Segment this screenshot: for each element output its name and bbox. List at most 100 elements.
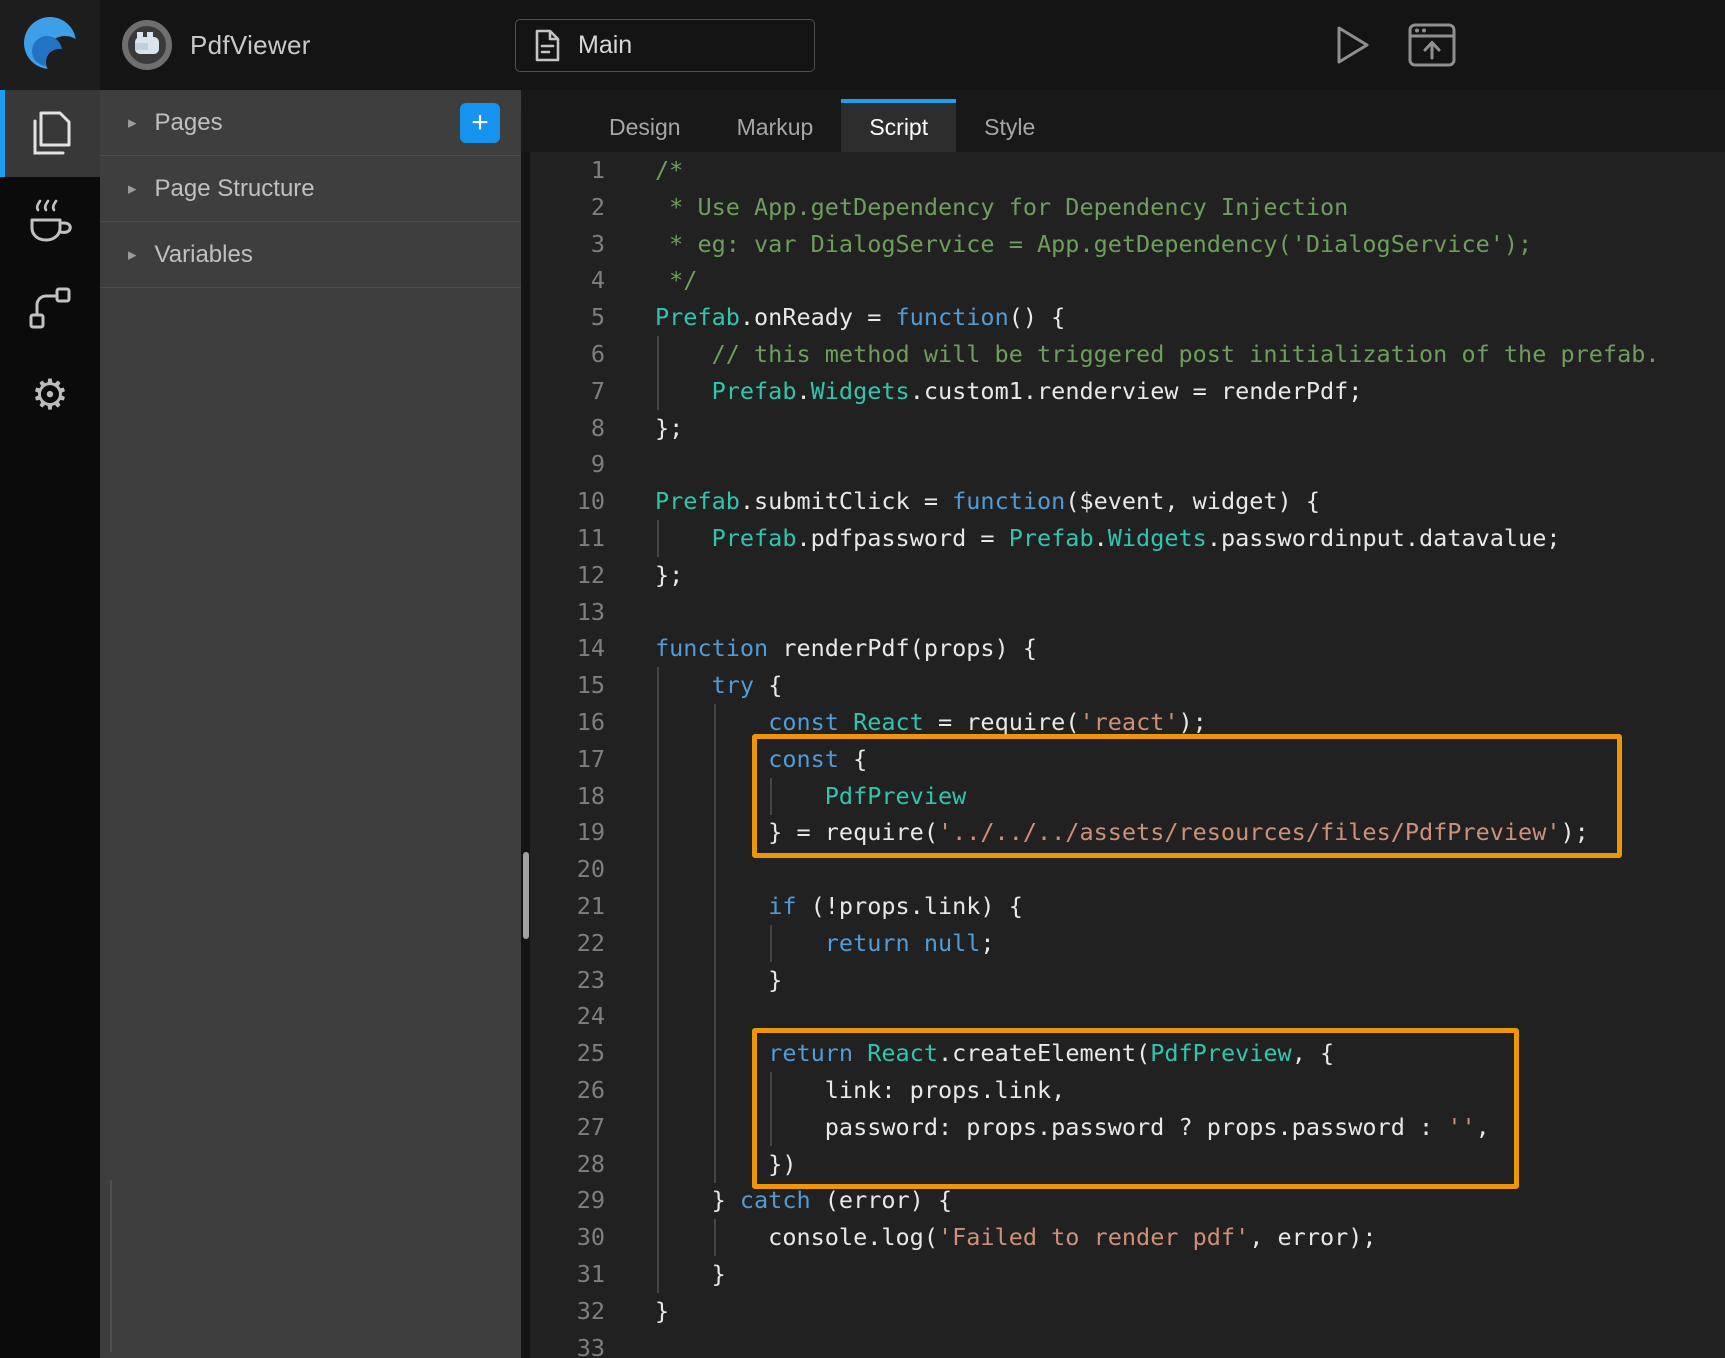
page-selector-label: Main xyxy=(578,31,632,60)
code-line: 20 xyxy=(521,851,1725,888)
line-number: 14 xyxy=(521,630,605,667)
rail-item-settings[interactable]: ⚙ xyxy=(0,351,100,438)
code-text: /* xyxy=(655,152,683,189)
ide-window: PdfViewer Main xyxy=(0,0,1725,1358)
line-number: 20 xyxy=(521,851,605,888)
code-line: 27 password: props.password ? props.pass… xyxy=(521,1109,1725,1146)
line-number: 9 xyxy=(521,446,605,483)
code-text: }; xyxy=(655,557,683,594)
code-line: 9 xyxy=(521,446,1725,483)
prefab-avatar xyxy=(122,20,172,70)
code-text: * eg: var DialogService = App.getDepende… xyxy=(655,226,1532,263)
line-number: 7 xyxy=(521,373,605,410)
page-selector[interactable]: Main xyxy=(515,19,815,72)
run-preview-button[interactable] xyxy=(1328,0,1378,90)
top-bar: PdfViewer Main xyxy=(0,0,1725,90)
panel-section-pages[interactable]: ▸ Pages + xyxy=(100,90,521,156)
line-number: 5 xyxy=(521,299,605,336)
code-text: Prefab.Widgets.custom1.renderview = rend… xyxy=(655,373,1362,410)
code-text: */ xyxy=(655,262,697,299)
caret-right-icon: ▸ xyxy=(128,113,137,133)
code-text: Prefab.submitClick = function($event, wi… xyxy=(655,483,1320,520)
line-number: 29 xyxy=(521,1182,605,1219)
indent-guide xyxy=(657,851,659,888)
tab-markup[interactable]: Markup xyxy=(709,99,842,152)
code-line: 5 Prefab.onReady = function() { xyxy=(521,299,1725,336)
code-text: Prefab.onReady = function() { xyxy=(655,299,1065,336)
tab-style[interactable]: Style xyxy=(956,99,1063,152)
code-line: 21 if (!props.link) { xyxy=(521,888,1725,925)
caret-right-icon: ▸ xyxy=(128,245,137,265)
panel-section-variables[interactable]: ▸Variables xyxy=(100,222,521,288)
editor-region: DesignMarkupScriptStyle 1 /*2 * Use App.g… xyxy=(521,90,1725,1358)
line-number: 27 xyxy=(521,1109,605,1146)
code-line: 25 return React.createElement(PdfPreview… xyxy=(521,1035,1725,1072)
line-number: 3 xyxy=(521,226,605,263)
tab-bar: DesignMarkupScriptStyle xyxy=(521,90,1725,152)
add-page-button[interactable]: + xyxy=(460,103,500,143)
code-text: return null; xyxy=(655,925,995,962)
app-logo[interactable] xyxy=(0,0,100,90)
rail-item-java-services[interactable] xyxy=(0,177,100,264)
code-text: } xyxy=(655,1256,726,1293)
line-number: 21 xyxy=(521,888,605,925)
tab-design[interactable]: Design xyxy=(581,99,709,152)
code-text: const React = require('react'); xyxy=(655,704,1207,741)
code-text: return React.createElement(PdfPreview, { xyxy=(655,1035,1334,1072)
code-text: PdfPreview xyxy=(655,778,966,815)
code-line: 6 // this method will be triggered post … xyxy=(521,336,1725,373)
panel-section-page-structure[interactable]: ▸Page Structure xyxy=(100,156,521,222)
code-line: 3 * eg: var DialogService = App.getDepen… xyxy=(521,226,1725,263)
line-number: 12 xyxy=(521,557,605,594)
indent-guide xyxy=(657,998,659,1035)
code-line: 30 console.log('Failed to render pdf', e… xyxy=(521,1219,1725,1256)
connector-icon xyxy=(27,285,73,331)
line-number: 33 xyxy=(521,1330,605,1358)
code-line: 18 PdfPreview xyxy=(521,778,1725,815)
line-number: 26 xyxy=(521,1072,605,1109)
publish-window-icon xyxy=(1408,23,1456,67)
code-line: 31 } xyxy=(521,1256,1725,1293)
code-text: } = require('../../../assets/resources/f… xyxy=(655,814,1589,851)
code-line: 1 /* xyxy=(521,152,1725,189)
code-line: 15 try { xyxy=(521,667,1725,704)
code-text: }) xyxy=(655,1146,796,1183)
code-line: 24 xyxy=(521,998,1725,1035)
line-number: 18 xyxy=(521,778,605,815)
publish-button[interactable] xyxy=(1402,0,1462,90)
code-line: 32} xyxy=(521,1293,1725,1330)
code-text: } xyxy=(655,962,782,999)
code-text: function renderPdf(props) { xyxy=(655,630,1037,667)
wave-logo-icon xyxy=(18,13,82,77)
document-icon xyxy=(534,29,561,62)
code-text: }; xyxy=(655,410,683,447)
line-number: 8 xyxy=(521,410,605,447)
line-number: 1 xyxy=(521,152,605,189)
code-line: 29 } catch (error) { xyxy=(521,1182,1725,1219)
code-line: 28 }) xyxy=(521,1146,1725,1183)
line-number: 17 xyxy=(521,741,605,778)
code-text: if (!props.link) { xyxy=(655,888,1023,925)
script-editor[interactable]: 1 /*2 * Use App.getDependency for Depende… xyxy=(521,152,1725,1358)
line-number: 31 xyxy=(521,1256,605,1293)
panel-sections: ▸ Pages + ▸Page Structure▸Variables xyxy=(100,90,521,288)
rail-item-pages[interactable] xyxy=(0,90,100,177)
prefab-identity: PdfViewer xyxy=(122,0,311,90)
line-number: 11 xyxy=(521,520,605,557)
line-number: 16 xyxy=(521,704,605,741)
panel-section-label: Pages xyxy=(155,109,223,137)
play-icon xyxy=(1336,25,1370,65)
code-line: 2 * Use App.getDependency for Dependency… xyxy=(521,189,1725,226)
code-line: 19 } = require('../../../assets/resource… xyxy=(521,814,1725,851)
line-number: 28 xyxy=(521,1146,605,1183)
code-text: Prefab.pdfpassword = Prefab.Widgets.pass… xyxy=(655,520,1561,557)
line-number: 32 xyxy=(521,1293,605,1330)
line-number: 15 xyxy=(521,667,605,704)
indent-guide xyxy=(714,998,716,1035)
pages-panel: ▸Pages+▸Page Structure▸Variables « xyxy=(100,90,521,1358)
rail-item-connectors[interactable] xyxy=(0,264,100,351)
line-number: 23 xyxy=(521,962,605,999)
panel-scrollbar[interactable] xyxy=(110,1180,112,1352)
tab-script[interactable]: Script xyxy=(841,99,956,152)
line-number: 25 xyxy=(521,1035,605,1072)
